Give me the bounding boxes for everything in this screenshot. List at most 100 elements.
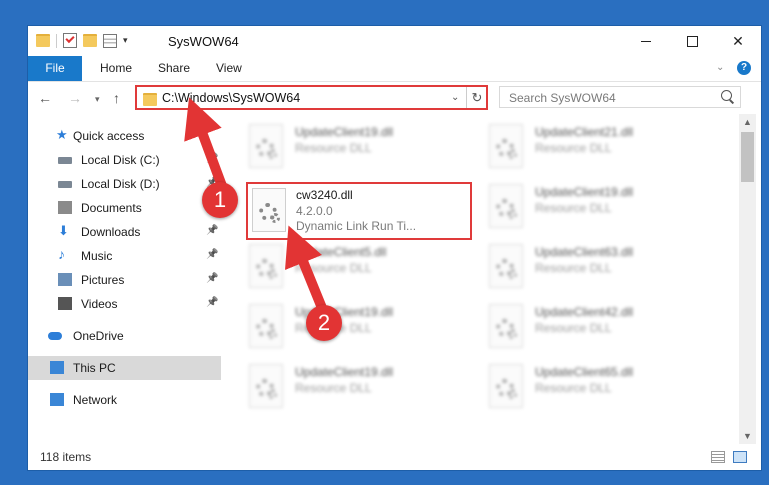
sidebar-item-pictures[interactable]: Pictures 📌	[28, 268, 221, 292]
item-count: 118 items	[40, 450, 92, 464]
file-tile[interactable]: UpdateClient65.dll Resource DLL	[483, 362, 713, 420]
sidebar-item-documents[interactable]: Documents📌	[28, 196, 221, 220]
file-tile[interactable]: UpdateClient5.dll Resource DLL	[243, 242, 473, 300]
dll-file-icon	[489, 184, 523, 228]
maximize-button[interactable]	[669, 26, 715, 56]
details-view-icon[interactable]	[711, 451, 725, 463]
computer-icon	[50, 361, 64, 374]
maximize-icon	[686, 35, 698, 47]
quick-access-toolbar: ▾	[36, 33, 128, 48]
back-arrow-icon[interactable]: ←	[38, 90, 52, 106]
ribbon-tabs: File Home Share View ⌄ ?	[28, 56, 761, 82]
pin-icon: 📌	[206, 249, 219, 260]
gear-icon	[267, 269, 277, 279]
dll-file-icon	[489, 124, 523, 168]
gear-icon	[507, 149, 517, 159]
dll-file-icon	[489, 244, 523, 288]
tab-file[interactable]: File	[28, 56, 82, 81]
navigation-pane: ★ Quick access Local Disk (C:) 📌 Local Disk …	[28, 114, 221, 444]
file-tile[interactable]: UpdateClient19.dllResource DLL	[243, 362, 473, 420]
forward-arrow-icon[interactable]: →	[68, 90, 82, 106]
file-name: UpdateClient42.dll	[535, 305, 634, 319]
window-title: SysWOW64	[168, 34, 239, 49]
sidebar-item-music[interactable]: ♪ Music 📌	[28, 244, 221, 268]
sidebar-item-network[interactable]: Network	[28, 388, 221, 412]
file-type: Resource DLL	[295, 261, 372, 275]
vertical-scrollbar[interactable]: ▲ ▼	[739, 114, 756, 444]
sidebar-item-onedrive[interactable]: OneDrive	[28, 324, 221, 348]
file-name: UpdateClient65.dll	[535, 365, 634, 379]
network-icon	[50, 393, 64, 406]
file-type: Resource DLL	[295, 381, 372, 395]
scroll-up-icon[interactable]: ▲	[743, 117, 752, 127]
sidebar-item-this-pc[interactable]: This PC	[28, 356, 221, 380]
up-arrow-icon[interactable]: ↑	[113, 90, 120, 106]
search-input[interactable]: Search SysWOW64	[499, 86, 741, 108]
chevron-down-icon[interactable]: ▾	[123, 35, 128, 46]
large-icons-view-icon[interactable]	[733, 451, 747, 463]
sidebar-item-local-disk-d[interactable]: Local Disk (D:)📌	[28, 172, 221, 196]
file-tile[interactable]: UpdateClient63.dll Resource DLL	[483, 242, 713, 300]
sidebar-item-label: Downloads	[81, 225, 141, 239]
dll-file-icon	[249, 124, 283, 168]
videos-icon	[58, 297, 72, 310]
sidebar-item-label: This PC	[73, 361, 116, 375]
close-button[interactable]: ✕	[715, 26, 761, 56]
sidebar-item-local-disk-c[interactable]: Local Disk (C:) 📌	[28, 148, 221, 172]
file-type: Resource DLL	[295, 141, 372, 155]
file-tile[interactable]: UpdateClient19.dllResource DLL	[243, 122, 473, 180]
drive-icon	[58, 181, 72, 188]
file-tile[interactable]: UpdateClient19.dllResource DLL	[483, 182, 713, 240]
pin-icon: 📌	[206, 225, 219, 236]
gear-icon	[507, 209, 517, 219]
file-tile[interactable]: UpdateClient19.dllResource DLL	[243, 302, 473, 360]
step-1-badge: 1	[202, 182, 238, 218]
dll-file-icon	[249, 364, 283, 408]
scroll-thumb[interactable]	[741, 132, 754, 182]
scroll-down-icon[interactable]: ▼	[743, 431, 752, 441]
sidebar-item-label: Local Disk (D:)	[81, 177, 160, 191]
expand-ribbon-icon[interactable]: ⌄	[716, 62, 724, 73]
sidebar-item-label: Local Disk (C:)	[81, 153, 160, 167]
address-bar[interactable]: C:\Windows\SysWOW64 ⌄ ↻	[135, 85, 488, 110]
refresh-icon[interactable]: ↻	[466, 87, 487, 108]
pin-icon: 📌	[206, 273, 219, 284]
address-path[interactable]: C:\Windows\SysWOW64	[162, 91, 300, 105]
file-name: UpdateClient5.dll	[295, 245, 387, 259]
sidebar-item-label: Quick access	[73, 129, 145, 143]
file-type: Resource DLL	[535, 321, 612, 335]
tab-home[interactable]: Home	[88, 56, 144, 81]
download-icon: ⬇	[58, 223, 69, 238]
file-name: UpdateClient19.dll	[535, 185, 634, 199]
sidebar-item-label: Documents	[81, 201, 142, 215]
file-explorer-window: ▾ SysWOW64 ✕ File Home Share View ⌄ ? ← …	[28, 26, 761, 470]
customize-icon[interactable]	[103, 33, 117, 48]
drive-icon	[58, 157, 72, 164]
gear-icon	[507, 269, 517, 279]
sidebar-item-videos[interactable]: Videos 📌	[28, 292, 221, 316]
status-bar: 118 items	[28, 444, 761, 470]
highlighted-file-tile[interactable]: cw3240.dll 4.2.0.0 Dynamic Link Run Ti..…	[246, 182, 472, 240]
gear-icon	[267, 329, 277, 339]
search-icon[interactable]	[721, 90, 732, 101]
help-icon[interactable]: ?	[737, 61, 751, 75]
file-list: UpdateClient19.dll Resource DLL UpdateClie…	[243, 114, 737, 444]
properties-check-icon[interactable]	[63, 33, 77, 48]
tab-view[interactable]: View	[204, 56, 254, 81]
sidebar-item-downloads[interactable]: ⬇ Downloads 📌	[28, 220, 221, 244]
recent-locations-icon[interactable]: ▾	[95, 94, 100, 105]
sidebar-item-quick-access[interactable]: ★ Quick access	[28, 124, 221, 148]
file-type: Resource DLL	[535, 261, 612, 275]
file-description: Dynamic Link Run Ti...	[296, 219, 417, 233]
chevron-down-icon[interactable]: ⌄	[451, 92, 459, 103]
dll-file-icon	[489, 304, 523, 348]
onedrive-icon	[48, 332, 62, 340]
tab-share[interactable]: Share	[146, 56, 202, 81]
file-tile[interactable]: UpdateClient42.dll Resource DLL	[483, 302, 713, 360]
new-folder-icon[interactable]	[83, 34, 97, 47]
navigation-bar: ← → ▾ ↑ C:\Windows\SysWOW64 ⌄ ↻ Search S…	[28, 82, 761, 114]
minimize-button[interactable]	[623, 26, 669, 56]
file-tile[interactable]: UpdateClient21.dll Resource DLL	[483, 122, 713, 180]
file-type: Resource DLL	[535, 141, 612, 155]
pin-icon: 📌	[206, 153, 219, 164]
